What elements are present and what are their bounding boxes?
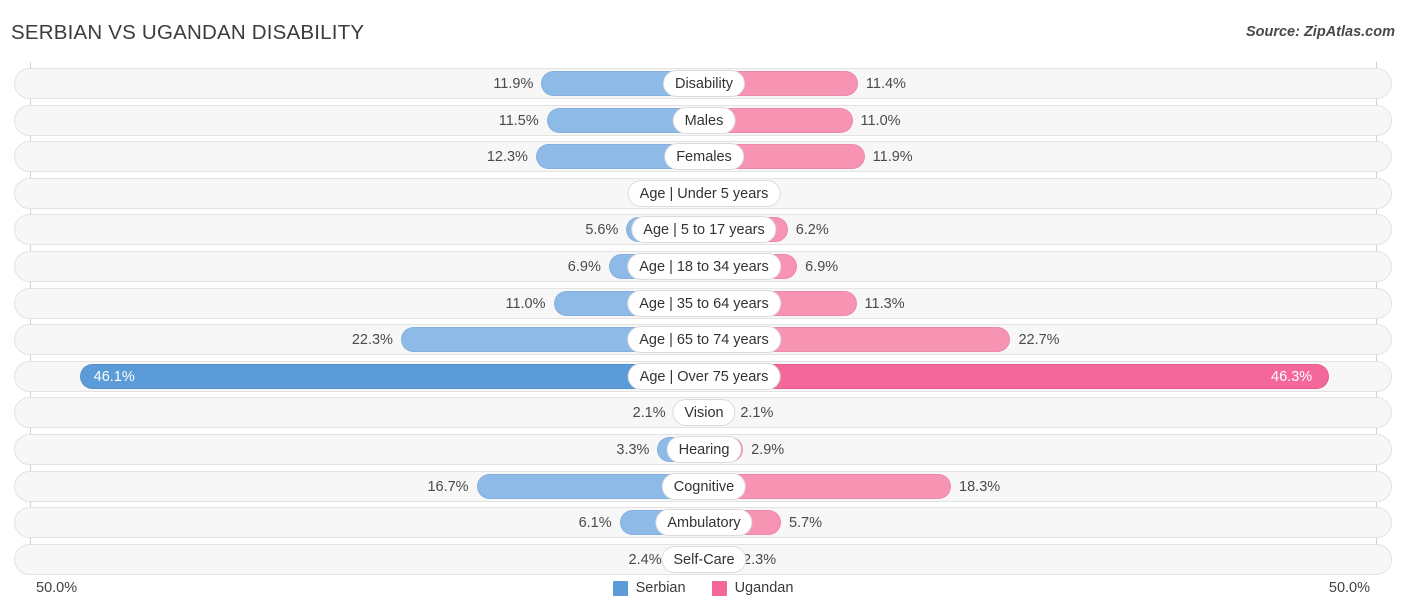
value-label-serbian: 6.1% (579, 508, 612, 539)
table-row[interactable]: 2.4%2.3%Self-Care (14, 544, 1392, 575)
row-category-label: Age | 35 to 64 years (627, 290, 781, 317)
page-title: SERBIAN VS UGANDAN DISABILITY (11, 21, 364, 45)
row-category-label: Age | 18 to 34 years (627, 253, 781, 280)
value-label-ugandan: 46.3% (1271, 362, 1312, 393)
table-row[interactable]: 1.3%1.1%Age | Under 5 years (14, 178, 1392, 209)
row-inner: 6.9% 6.9% Age | 18 to 34 years (15, 252, 1391, 281)
value-label-serbian: 11.9% (493, 69, 533, 100)
legend-swatch-icon (712, 581, 727, 596)
table-row[interactable]: 11.0% 11.3% Age | 35 to 64 years (14, 288, 1392, 319)
table-row[interactable]: 6.1% 5.7% Ambulatory (14, 507, 1392, 538)
row-inner: 11.5% 11.0% Males (15, 106, 1391, 135)
legend-item-ugandan[interactable]: Ugandan (712, 580, 794, 596)
row-inner: 22.3% 22.7% Age | 65 to 74 years (15, 325, 1391, 354)
row-category-label: Disability (663, 70, 745, 97)
value-label-serbian: 3.3% (616, 435, 649, 466)
table-row[interactable]: 3.3% 2.9% Hearing (14, 434, 1392, 465)
row-category-label: Self-Care (661, 546, 746, 573)
chart-plot-area: 11.9% 11.4% Disability 11.5% 11.0% Males 12.3%… (0, 62, 1406, 572)
table-row[interactable]: 2.1% 2.1%Vision (14, 397, 1392, 428)
row-category-label: Cognitive (662, 473, 746, 500)
row-inner: 2.4%2.3%Self-Care (15, 545, 1391, 574)
table-row[interactable]: 12.3% 11.9% Females (14, 141, 1392, 172)
value-label-ugandan: 5.7% (789, 508, 822, 539)
value-label-ugandan: 22.7% (1018, 325, 1059, 356)
legend-item-serbian[interactable]: Serbian (613, 580, 686, 596)
table-row[interactable]: 6.9% 6.9% Age | 18 to 34 years (14, 251, 1392, 282)
row-inner: 12.3% 11.9% Females (15, 142, 1391, 171)
row-inner: 11.9% 11.4% Disability (15, 69, 1391, 98)
value-label-serbian: 11.0% (505, 289, 545, 320)
row-category-label: Females (664, 143, 744, 170)
row-category-label: Hearing (667, 436, 742, 463)
value-label-ugandan: 2.1% (740, 398, 773, 429)
value-label-ugandan: 11.3% (865, 289, 905, 320)
value-label-ugandan: 18.3% (959, 472, 1000, 503)
table-row[interactable]: 11.5% 11.0% Males (14, 105, 1392, 136)
value-label-ugandan: 6.2% (796, 215, 829, 246)
chart-header: SERBIAN VS UGANDAN DISABILITY Source: Zi… (0, 0, 1406, 62)
source-attribution: Source: ZipAtlas.com (1246, 24, 1395, 40)
value-label-serbian: 5.6% (585, 215, 618, 246)
row-inner: 1.3%1.1%Age | Under 5 years (15, 179, 1391, 208)
row-category-label: Age | Under 5 years (628, 180, 781, 207)
row-category-label: Age | 5 to 17 years (631, 216, 776, 243)
table-row[interactable]: 46.1% 46.3% Age | Over 75 years (14, 361, 1392, 392)
row-category-label: Males (673, 107, 736, 134)
row-category-label: Ambulatory (655, 509, 752, 536)
value-label-serbian: 16.7% (427, 472, 468, 503)
legend-label: Ugandan (735, 580, 794, 596)
chart-footer: 50.0% 50.0% SerbianUgandan (0, 572, 1406, 612)
table-row[interactable]: 5.6% 6.2% Age | 5 to 17 years (14, 214, 1392, 245)
value-label-ugandan: 11.4% (866, 69, 906, 100)
value-label-ugandan: 11.0% (861, 106, 901, 137)
table-row[interactable]: 22.3% 22.7% Age | 65 to 74 years (14, 324, 1392, 355)
value-label-serbian: 6.9% (568, 252, 601, 283)
row-inner: 5.6% 6.2% Age | 5 to 17 years (15, 215, 1391, 244)
table-row[interactable]: 16.7% 18.3% Cognitive (14, 471, 1392, 502)
row-inner: 6.1% 5.7% Ambulatory (15, 508, 1391, 537)
row-category-label: Age | 65 to 74 years (627, 326, 781, 353)
row-category-label: Age | Over 75 years (628, 363, 781, 390)
value-label-ugandan: 11.9% (873, 142, 913, 173)
value-label-serbian: 12.3% (487, 142, 528, 173)
row-inner: 3.3% 2.9% Hearing (15, 435, 1391, 464)
row-inner: 11.0% 11.3% Age | 35 to 64 years (15, 289, 1391, 318)
bar-ugandan[interactable] (704, 364, 1329, 389)
value-label-serbian: 46.1% (94, 362, 135, 393)
value-label-ugandan: 6.9% (805, 252, 838, 283)
row-inner: 2.1% 2.1%Vision (15, 398, 1391, 427)
value-label-ugandan: 2.9% (751, 435, 784, 466)
bar-serbian[interactable] (80, 364, 702, 389)
legend-label: Serbian (636, 580, 686, 596)
value-label-serbian: 2.1% (633, 398, 666, 429)
value-label-serbian: 11.5% (499, 106, 539, 137)
chart-legend: Serbian Ugandan (0, 580, 1406, 596)
row-inner: 16.7% 18.3% Cognitive (15, 472, 1391, 501)
value-label-serbian: 22.3% (352, 325, 393, 356)
row-inner: 46.1% 46.3% Age | Over 75 years (15, 362, 1391, 391)
row-category-label: Vision (672, 399, 735, 426)
legend-swatch-icon (613, 581, 628, 596)
table-row[interactable]: 11.9% 11.4% Disability (14, 68, 1392, 99)
